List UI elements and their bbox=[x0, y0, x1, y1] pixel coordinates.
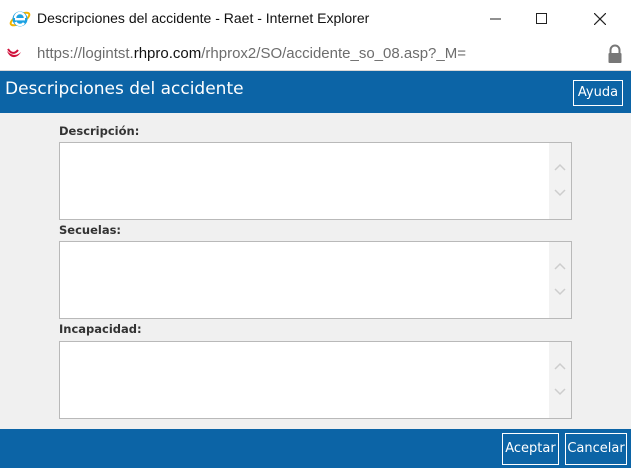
cancel-button[interactable]: Cancelar bbox=[565, 433, 627, 465]
maximize-button[interactable] bbox=[519, 0, 565, 38]
sequelae-scrollbar[interactable] bbox=[549, 242, 571, 318]
sequelae-textarea[interactable] bbox=[59, 241, 572, 319]
description-textarea[interactable] bbox=[59, 142, 572, 220]
scroll-down-icon[interactable] bbox=[554, 288, 566, 296]
url-field[interactable]: https://logintst.rhpro.com/rhprox2/SO/ac… bbox=[37, 45, 466, 62]
close-button[interactable] bbox=[577, 0, 623, 38]
close-icon bbox=[594, 13, 606, 25]
page-title: Descripciones del accidente bbox=[5, 79, 244, 99]
page-header: Descripciones del accidente bbox=[0, 71, 631, 113]
minimize-button[interactable] bbox=[473, 0, 519, 38]
incapacity-textarea[interactable] bbox=[59, 341, 572, 419]
address-bar: https://logintst.rhpro.com/rhprox2/SO/ac… bbox=[0, 38, 631, 71]
scroll-down-icon[interactable] bbox=[554, 388, 566, 396]
description-scrollbar[interactable] bbox=[549, 143, 571, 219]
scroll-down-icon[interactable] bbox=[554, 189, 566, 197]
minimize-icon bbox=[490, 18, 501, 20]
scroll-up-icon[interactable] bbox=[554, 362, 566, 370]
internet-explorer-icon bbox=[9, 11, 31, 27]
window-title: Descripciones del accidente - Raet - Int… bbox=[37, 10, 370, 26]
incapacity-label: Incapacidad: bbox=[59, 322, 142, 336]
description-label: Descripción: bbox=[59, 124, 140, 138]
help-button[interactable]: Ayuda bbox=[573, 80, 623, 106]
scroll-up-icon[interactable] bbox=[554, 163, 566, 171]
site-favicon-icon bbox=[7, 48, 21, 58]
maximize-icon bbox=[536, 13, 547, 24]
url-prefix: https://logintst. bbox=[37, 45, 134, 62]
lock-icon[interactable] bbox=[607, 44, 623, 64]
accept-button[interactable]: Aceptar bbox=[502, 433, 559, 465]
url-host: rhpro.com bbox=[133, 45, 202, 62]
scroll-up-icon[interactable] bbox=[554, 262, 566, 270]
incapacity-scrollbar[interactable] bbox=[549, 342, 571, 418]
url-path: /rhprox2/SO/accidente_so_08.asp?_M= bbox=[201, 45, 466, 62]
window-titlebar: Descripciones del accidente - Raet - Int… bbox=[0, 0, 631, 38]
sequelae-label: Secuelas: bbox=[59, 223, 122, 237]
